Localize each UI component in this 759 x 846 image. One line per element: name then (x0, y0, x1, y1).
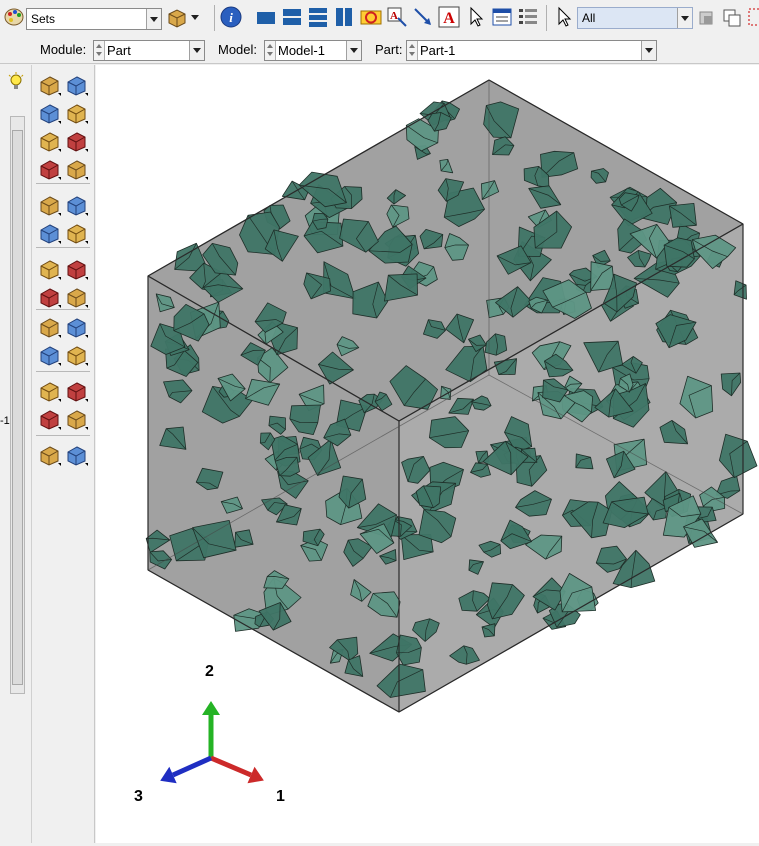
chevron-down-icon[interactable] (189, 41, 204, 60)
surface-icon[interactable] (38, 379, 62, 403)
create-set-icon[interactable] (38, 285, 62, 309)
datum-vector-icon[interactable] (65, 343, 89, 367)
render-outline-icon[interactable] (333, 6, 355, 28)
part-combo[interactable]: Part-1 (406, 40, 657, 61)
coordinate-triad (160, 701, 264, 784)
selection-option-icon[interactable] (696, 6, 718, 28)
viewport[interactable]: 2 1 3 (96, 65, 759, 843)
arrow-annotation-icon[interactable] (412, 6, 434, 28)
text-annotation-icon[interactable]: A (438, 6, 460, 28)
axis-2-label: 2 (205, 663, 214, 680)
part-render[interactable] (96, 65, 759, 843)
query-tool-icon[interactable] (65, 257, 89, 281)
part-value: Part-1 (420, 43, 456, 58)
chevron-down-icon[interactable] (641, 41, 656, 60)
module-label: Module: (40, 42, 87, 57)
aggregate-particle (274, 456, 300, 477)
toolbar-divider (214, 5, 215, 31)
aggregate-particle (415, 485, 442, 509)
lightbulb-icon[interactable] (7, 72, 25, 92)
spin-icon (265, 41, 276, 60)
revolve-icon[interactable] (65, 101, 89, 125)
info-icon[interactable]: i (220, 6, 242, 28)
toolbar-divider (546, 5, 547, 31)
toolbox-divider (36, 371, 90, 372)
datum-text-icon[interactable]: A (386, 6, 408, 28)
chevron-down-icon[interactable] (146, 9, 161, 29)
toolbox-divider (36, 309, 90, 310)
module-value: Part (107, 43, 131, 58)
svg-text:A: A (443, 10, 455, 27)
repair-tools-icon[interactable] (65, 407, 89, 431)
datum-csys-icon[interactable] (38, 343, 62, 367)
model-value: Model-1 (278, 43, 325, 58)
toolbox-divider (36, 183, 90, 184)
axis-3-label: 3 (134, 788, 143, 805)
chevron-down-icon[interactable] (346, 41, 361, 60)
query-icon[interactable] (491, 6, 513, 28)
point-coordinate-icon[interactable] (38, 315, 62, 339)
datum-axis-icon[interactable] (65, 315, 89, 339)
merge-icon[interactable] (38, 443, 62, 467)
list-icon[interactable] (517, 6, 539, 28)
wire-icon[interactable] (65, 157, 89, 181)
render-hidden-icon[interactable] (281, 6, 303, 28)
chevron-down-icon[interactable] (191, 15, 199, 20)
svg-text:i: i (229, 10, 233, 25)
cut-plane-icon[interactable] (38, 129, 62, 153)
part-manager-icon[interactable] (65, 73, 89, 97)
aggregate-particle (663, 237, 695, 268)
svg-text:A: A (390, 10, 398, 22)
datum-point-icon[interactable] (65, 193, 89, 217)
toolbox-divider (36, 247, 90, 248)
tree-scrollbar-thumb[interactable] (12, 130, 23, 685)
datum-plane-icon[interactable] (65, 221, 89, 245)
sweep-icon[interactable] (65, 129, 89, 153)
aggregate-particle (669, 202, 697, 228)
axis-1-arrow (210, 755, 264, 784)
delete-feature-icon[interactable] (65, 285, 89, 309)
model-combo[interactable]: Model-1 (264, 40, 362, 61)
axis-3-arrow (160, 755, 213, 784)
part-label: Part: (375, 42, 403, 57)
aggregate-particle (234, 529, 254, 548)
attribute-icon[interactable] (38, 407, 62, 431)
extrude-solid-icon[interactable] (38, 101, 62, 125)
render-wireframe-icon[interactable] (255, 6, 277, 28)
chevron-down-icon[interactable] (677, 8, 692, 28)
sets-combo[interactable]: Sets (26, 8, 162, 30)
selection-filter-value: All (582, 11, 596, 25)
partition-cell-icon[interactable] (38, 193, 62, 217)
reference-point-icon[interactable] (38, 257, 62, 281)
virtual-topology-icon[interactable] (65, 443, 89, 467)
main-toolbar: Sets i A A All (0, 0, 759, 37)
select-pointer-icon[interactable] (465, 6, 487, 28)
selection-filter-combo[interactable]: All (577, 7, 693, 29)
spin-icon (94, 41, 105, 60)
selection-box-icon[interactable] (746, 6, 759, 28)
view-cycle-icon[interactable] (360, 6, 382, 28)
module-combo[interactable]: Part (93, 40, 205, 61)
toolbox-divider (36, 435, 90, 436)
shell-icon[interactable] (38, 157, 62, 181)
spin-icon (407, 41, 418, 60)
sets-combo-value: Sets (31, 12, 56, 26)
render-shaded-icon[interactable] (307, 6, 329, 28)
create-part-icon[interactable] (38, 73, 62, 97)
skin-icon[interactable] (65, 379, 89, 403)
color-palette-icon[interactable] (3, 6, 25, 28)
model-label: Model: (218, 42, 258, 57)
box-view-icon[interactable] (166, 6, 188, 28)
tree-clipped-label: -1 (0, 415, 10, 427)
select-arrow-icon[interactable] (553, 6, 575, 28)
axis-2-arrow (202, 701, 220, 758)
axis-1-label: 1 (276, 788, 285, 805)
selection-copy-icon[interactable] (722, 6, 744, 28)
context-bar: Module: Part Model: Model-1 Part: Part-1 (0, 37, 759, 64)
edit-feature-icon[interactable] (38, 221, 62, 245)
